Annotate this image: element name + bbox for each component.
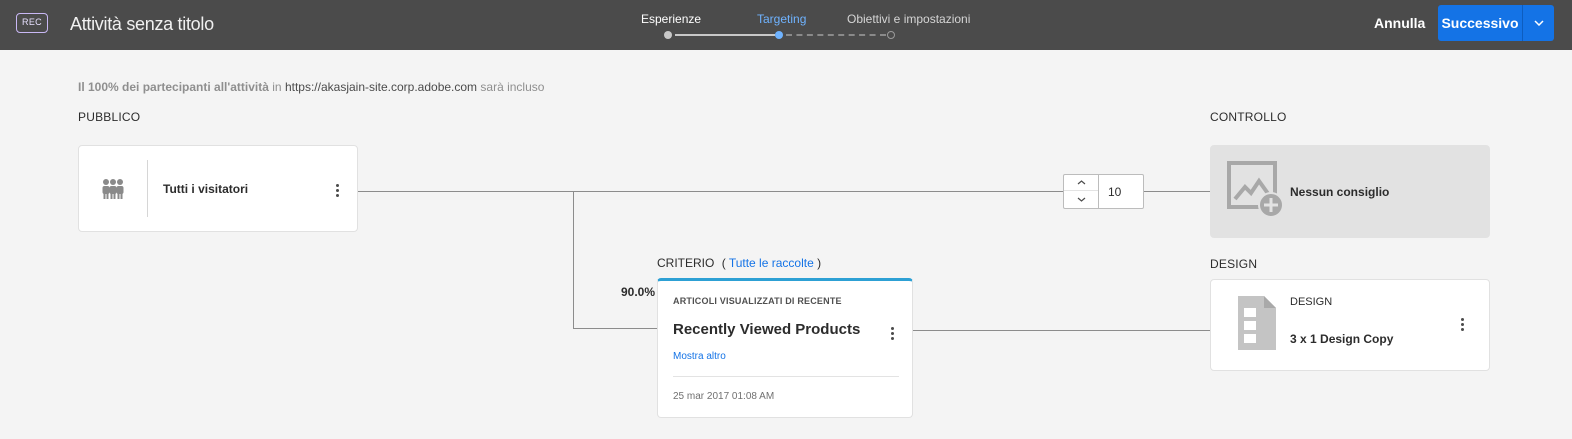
audience-more-icon[interactable] xyxy=(329,182,345,198)
next-button-label[interactable]: Successivo xyxy=(1438,5,1523,41)
step-targeting[interactable]: Targeting xyxy=(757,12,806,26)
show-more-link[interactable]: Mostra altro xyxy=(673,351,726,362)
all-collections-link[interactable]: Tutte le raccolte xyxy=(729,256,814,270)
design-more-icon[interactable] xyxy=(1454,316,1470,332)
card-divider xyxy=(147,160,148,217)
control-count-value[interactable]: 10 xyxy=(1108,185,1121,199)
cancel-button[interactable]: Annulla xyxy=(1374,15,1425,31)
card-divider xyxy=(673,376,899,377)
next-button[interactable]: Successivo xyxy=(1438,5,1554,41)
top-bar: REC Attività senza titolo Esperienze Tar… xyxy=(0,0,1572,50)
step-dot-todo xyxy=(887,31,895,39)
control-section-label: CONTROLLO xyxy=(1210,110,1287,124)
rec-badge: REC xyxy=(16,13,48,33)
people-icon xyxy=(101,178,125,205)
criteria-percentage: 90.0% xyxy=(621,285,656,299)
criteria-timestamp: 25 mar 2017 01:08 AM xyxy=(673,391,775,402)
step-esperienze[interactable]: Esperienze xyxy=(641,12,701,26)
workflow-steps: Esperienze Targeting Obiettivi e imposta… xyxy=(600,0,1000,50)
activity-title[interactable]: Attività senza titolo xyxy=(70,14,214,35)
design-card-title: 3 x 1 Design Copy xyxy=(1290,332,1394,346)
step-progress-line xyxy=(675,34,775,36)
criteria-card-title: Recently Viewed Products xyxy=(673,321,861,338)
design-card[interactable]: DESIGN 3 x 1 Design Copy xyxy=(1210,279,1490,371)
step-obiettivi[interactable]: Obiettivi e impostazioni xyxy=(847,12,970,26)
audience-summary: Il 100% dei partecipanti all'attività in… xyxy=(78,80,544,94)
criteria-header: CRITERIO ( Tutte le raccolte ) xyxy=(657,256,821,270)
design-template-icon xyxy=(1236,294,1278,357)
chevron-up-icon[interactable] xyxy=(1064,175,1098,191)
connector-criteria-design xyxy=(912,330,1211,331)
step-remaining-line xyxy=(786,34,886,36)
step-dot-done xyxy=(664,31,672,39)
criteria-card-eyebrow: ARTICOLI VISUALIZZATI DI RECENTE xyxy=(673,296,842,306)
summary-url: https://akasjain-site.corp.adobe.com xyxy=(284,80,478,94)
paren-close: ) xyxy=(817,256,822,270)
chevron-down-icon[interactable] xyxy=(1523,5,1554,41)
connector-split-control xyxy=(1143,191,1211,192)
criteria-card[interactable]: ARTICOLI VISUALIZZATI DI RECENTE Recentl… xyxy=(657,278,913,418)
summary-participants: Il 100% dei partecipanti all'attività xyxy=(78,80,269,94)
paren-open: ( xyxy=(721,256,726,270)
summary-in: in xyxy=(272,80,282,94)
audience-card-title: Tutti i visitatori xyxy=(163,182,249,196)
design-section-label: DESIGN xyxy=(1210,257,1258,271)
audience-card[interactable]: Tutti i visitatori xyxy=(78,145,358,232)
design-card-eyebrow: DESIGN xyxy=(1290,296,1333,308)
audience-section-label: PUBBLICO xyxy=(78,110,141,124)
criteria-section-label: CRITERIO xyxy=(657,256,715,270)
image-add-icon xyxy=(1227,161,1285,224)
chevron-down-icon[interactable] xyxy=(1064,191,1098,207)
stepper-arrows xyxy=(1064,175,1099,208)
connector-to-criteria xyxy=(573,328,658,329)
summary-included: sarà incluso xyxy=(480,80,545,94)
control-card-title: Nessun consiglio xyxy=(1290,185,1390,199)
connector-audience-split xyxy=(358,191,1064,192)
control-count-stepper[interactable]: 10 xyxy=(1063,174,1144,209)
connector-vertical xyxy=(573,191,574,328)
criteria-more-icon[interactable] xyxy=(884,325,900,341)
step-dot-active xyxy=(775,31,783,39)
control-card[interactable]: Nessun consiglio xyxy=(1210,145,1490,238)
